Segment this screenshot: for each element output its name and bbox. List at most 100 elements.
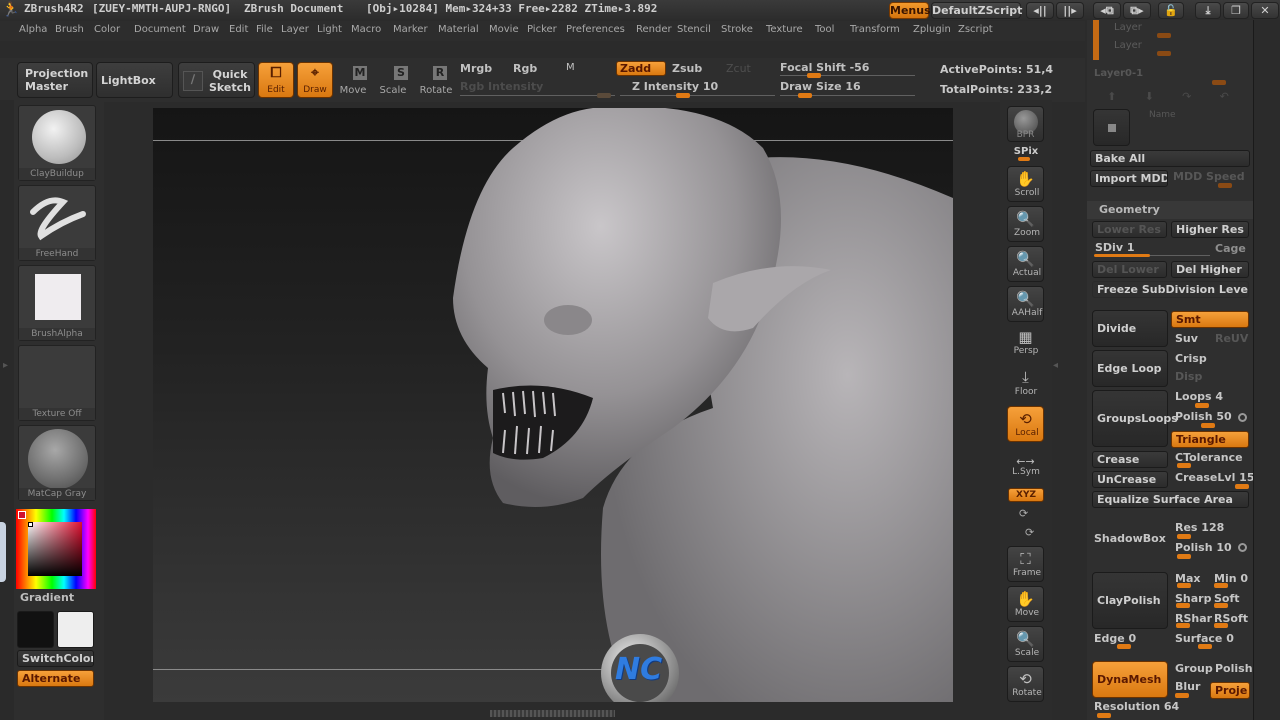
layer-1-slider[interactable]	[1157, 33, 1171, 38]
z-intensity-slider[interactable]	[620, 95, 775, 96]
menu-draw[interactable]: Draw	[193, 24, 219, 35]
triangle-toggle[interactable]: Triangle	[1171, 431, 1249, 448]
rgb-intensity-slider[interactable]	[460, 95, 615, 96]
edge-slider[interactable]	[1117, 644, 1131, 649]
draw-button[interactable]: ⌖ Draw	[297, 62, 333, 98]
crease-level-slider[interactable]	[1235, 484, 1249, 489]
crease-button[interactable]: Crease	[1092, 451, 1168, 468]
sdiv-slider[interactable]	[1094, 254, 1150, 257]
texture-thumbnail[interactable]: Texture Off	[18, 345, 96, 421]
menu-zscript[interactable]: Zscript	[958, 24, 993, 35]
rgb-toggle[interactable]: Rgb	[513, 62, 537, 75]
left-tray-handle[interactable]: ▸	[0, 100, 14, 720]
menu-stencil[interactable]: Stencil	[677, 24, 711, 35]
group-toggle[interactable]: Group	[1175, 662, 1213, 675]
rotate-view-button[interactable]: ⟲ Rotate	[1007, 666, 1044, 702]
suv-toggle[interactable]: Suv	[1175, 332, 1198, 345]
smt-toggle[interactable]: Smt	[1171, 311, 1249, 328]
edge-loop-button[interactable]: Edge Loop	[1092, 350, 1168, 387]
menu-light[interactable]: Light	[317, 24, 342, 35]
layer-redo-icon[interactable]: ↷	[1182, 90, 1191, 106]
ctolerance-slider[interactable]	[1177, 463, 1191, 468]
equalize-surface-area-button[interactable]: Equalize Surface Area	[1092, 491, 1249, 508]
layer-2-slider[interactable]	[1157, 51, 1171, 56]
surface-slider[interactable]	[1198, 644, 1212, 649]
alpha-thumbnail[interactable]: BrushAlpha	[18, 265, 96, 341]
crisp-toggle[interactable]: Crisp	[1175, 352, 1207, 365]
layer-down-icon[interactable]: ⬇	[1145, 90, 1154, 106]
shadowbox-button[interactable]: ShadowBox	[1094, 532, 1166, 545]
aahalf-button[interactable]: 🔍 AAHalf	[1007, 286, 1044, 322]
expand-left-tray-icon[interactable]: ▸	[3, 360, 8, 371]
polish-toggle[interactable]: Polish	[1215, 662, 1253, 675]
reuv-button[interactable]: ReUV	[1215, 332, 1248, 345]
color-picker-square[interactable]	[28, 522, 82, 576]
freeze-subdivision-button[interactable]: Freeze SubDivision Levels	[1092, 281, 1249, 298]
color-marker[interactable]	[28, 522, 33, 527]
projection-master-button[interactable]: Projection Master	[17, 62, 93, 98]
layer-undo-icon[interactable]: ↶	[1220, 90, 1229, 106]
zoom-button[interactable]: 🔍 Zoom	[1007, 206, 1044, 242]
floor-button[interactable]: ⤓ Floor	[1007, 368, 1044, 398]
alternate-button[interactable]: Alternate	[17, 670, 94, 687]
rsoft-slider[interactable]	[1214, 623, 1228, 628]
del-lower-button[interactable]: Del Lower	[1092, 261, 1167, 278]
z-intensity-knob[interactable]	[676, 93, 691, 98]
min-slider[interactable]	[1214, 583, 1228, 588]
groups-loops-button[interactable]: GroupsLoops	[1092, 390, 1178, 447]
menu-file[interactable]: File	[256, 24, 273, 35]
cage-button[interactable]: Cage	[1215, 242, 1246, 255]
zadd-toggle[interactable]: Zadd	[616, 61, 666, 76]
scale-button[interactable]: S Scale	[378, 64, 418, 100]
focal-shift-knob[interactable]	[806, 73, 821, 78]
local-button[interactable]: ⟲ Local	[1007, 406, 1044, 442]
menu-stroke[interactable]: Stroke	[721, 24, 753, 35]
mdd-speed-slider[interactable]	[1218, 183, 1232, 188]
layer-up-icon[interactable]: ⬆	[1107, 90, 1116, 106]
sharp-slider[interactable]	[1176, 603, 1190, 608]
hue-marker[interactable]	[18, 511, 26, 519]
default-zscript-button[interactable]: DefaultZScript	[931, 2, 1022, 19]
menu-alpha[interactable]: Alpha	[19, 24, 47, 35]
dynamesh-button[interactable]: DynaMesh	[1092, 661, 1168, 698]
menu-tool[interactable]: Tool	[815, 24, 834, 35]
focal-shift-slider[interactable]	[780, 75, 915, 76]
blur-slider[interactable]	[1175, 693, 1189, 698]
edit-button[interactable]: ⧠ Edit	[258, 62, 294, 98]
rsharp-slider[interactable]	[1176, 623, 1190, 628]
minimize-icon[interactable]: ⤓	[1195, 2, 1221, 19]
actual-button[interactable]: 🔍 Actual	[1007, 246, 1044, 282]
new-layer-button[interactable]	[1093, 109, 1130, 146]
menu-brush[interactable]: Brush	[55, 24, 84, 35]
menu-preferences[interactable]: Preferences	[566, 24, 625, 35]
spix-slider[interactable]	[1018, 157, 1030, 161]
y-rotate-icon[interactable]: ⟳	[1019, 507, 1028, 520]
menu-zplugin[interactable]: Zplugin	[913, 24, 951, 35]
menu-document[interactable]: Document	[134, 24, 186, 35]
scroll-button[interactable]: ✋ Scroll	[1007, 166, 1044, 202]
gradient-label[interactable]: Gradient	[20, 591, 74, 604]
collapse-right-tray-icon[interactable]: ◂	[1053, 360, 1058, 371]
menu-render[interactable]: Render	[636, 24, 672, 35]
menu-transform[interactable]: Transform	[850, 24, 900, 35]
zsub-toggle[interactable]: Zsub	[672, 62, 702, 75]
menu-texture[interactable]: Texture	[766, 24, 803, 35]
quick-sketch-button[interactable]: ∕ Quick Sketch	[178, 62, 255, 98]
polish-50-slider[interactable]	[1201, 423, 1215, 428]
move-view-button[interactable]: ✋ Move	[1007, 586, 1044, 622]
bake-all-button[interactable]: Bake All	[1090, 150, 1250, 167]
menu-material[interactable]: Material	[438, 24, 479, 35]
stroke-thumbnail[interactable]: FreeHand	[18, 185, 96, 261]
sdiv-slider-track[interactable]	[1150, 255, 1210, 256]
higher-res-button[interactable]: Higher Res	[1171, 221, 1249, 238]
secondary-color-swatch[interactable]	[57, 611, 94, 648]
rotate-button[interactable]: R Rotate	[418, 64, 458, 100]
material-thumbnail[interactable]: MatCap Gray	[18, 425, 96, 501]
canvas-viewport[interactable]: NC	[153, 108, 953, 702]
claypolish-button[interactable]: ClayPolish	[1092, 572, 1168, 629]
menu-marker[interactable]: Marker	[393, 24, 428, 35]
shadowbox-res-slider[interactable]	[1177, 534, 1191, 539]
z-rotate-icon[interactable]: ⟳	[1025, 526, 1034, 539]
draw-size-knob[interactable]	[798, 93, 813, 98]
del-higher-button[interactable]: Del Higher	[1171, 261, 1249, 278]
